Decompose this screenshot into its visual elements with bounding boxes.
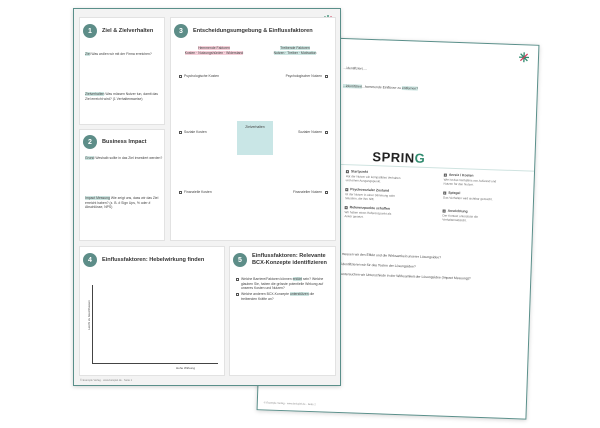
section-decision-environment: 3 Entscheidungsumgebung & Einflussfaktor… (170, 17, 336, 241)
checkbox-icon[interactable] (179, 75, 182, 78)
concept-right-3: Ausrichtung Der Kontext unterstützt die V… (442, 208, 479, 223)
question-2: Wie identifizieren wir für das Testen de… (334, 261, 416, 269)
driving-factors-label: Treibende Faktoren Nutzen · Treiber · Mot… (273, 46, 317, 55)
concept-mid-1: Startpunkt Hat der Nutzer ein kompatibles… (345, 169, 401, 184)
social-costs-label: Soziale Kosten (184, 130, 207, 134)
brand-name: SPRIN (372, 149, 415, 166)
psych-costs-label: Psychologische Kosten (184, 74, 220, 78)
back-section-questions: Wie messen wir den Effekt und die Wirksa… (327, 243, 526, 411)
section-title: Ziel & Zielverhalten (102, 27, 154, 34)
section-number: 1 (83, 24, 97, 38)
question-3: Wie untersuchen wir Unterschiede in der … (334, 271, 471, 281)
target-behavior-question[interactable]: Zielverhalten Was müssen Nutzer tun, dam… (85, 92, 163, 101)
section-business-impact: 2 Business Impact Grund Weshalb sollte i… (79, 129, 165, 241)
checkbox-icon[interactable] (325, 75, 328, 78)
section-title: Business Impact (102, 138, 147, 145)
back-footer: © Example Verlag · www.beispiel.de · Sei… (263, 401, 316, 407)
section-number: 4 (83, 253, 97, 267)
concept-right-2: Spiegel Das Verhalten wird sichtbar gemac… (443, 190, 493, 201)
checkbox-icon[interactable] (236, 278, 239, 281)
impact-question[interactable]: Impact Messung Wie zeigt uns, dass wir d… (85, 196, 163, 210)
section-goal: 1 Ziel & Zielverhalten Ziel Was wollen w… (79, 17, 165, 125)
concept-mid-3: Referenzpunkte schaffen Wir haben einen R… (344, 205, 392, 219)
bcx-question-1: Welche Barriere/Faktoren können erklärt … (241, 277, 324, 291)
social-benefit-label: Sozialer Nutzen (298, 130, 322, 134)
checkbox-icon[interactable] (325, 191, 328, 194)
section-number: 3 (174, 24, 188, 38)
section-title: Einflussfaktoren: Hebelwirkung finden (102, 256, 205, 263)
question-1: Wie messen wir den Effekt und die Wirksa… (334, 251, 442, 260)
concepts-list: Startpunkt Hat der Nutzer ein kompatibles… (324, 166, 526, 231)
inhibiting-factors-label: Hemmende Faktoren Kosten · Nutzungshürden… (184, 46, 244, 55)
checkbox-icon[interactable] (325, 131, 328, 134)
x-axis (92, 363, 218, 364)
back-line2: ...identifiziert...hemmende Einflüsse zu… (342, 83, 419, 91)
target-behavior-box: Zielverhalten (237, 121, 273, 155)
section-title: Entscheidungsumgebung & Einflussfaktoren (193, 27, 313, 34)
financial-benefit-label: Finanzieller Nutzen (292, 190, 322, 194)
back-top-text: ...identifiziert, ... (343, 66, 368, 71)
brand-mark: G (414, 150, 426, 166)
x-axis-label: Hohe Wirkung (176, 366, 196, 370)
psych-benefit-label: Psychologischer Nutzen (285, 74, 322, 78)
checkbox-icon[interactable] (179, 191, 182, 194)
financial-costs-label: Finanzielle Kosten (184, 190, 212, 194)
concept-right-1: Anreiz / Kosten Wie ist das Verhältnis vo… (443, 172, 497, 187)
y-axis (92, 285, 93, 363)
section-bcx-concepts: 5 Einflussfaktoren: Relevante BCX-Konzep… (229, 246, 336, 376)
bcx-question-2: Welche anderen BCX-Konzepte unterstützen… (241, 292, 315, 301)
concept-mid-2: Psychosozialer Zustand Ist der Nutzer in … (344, 187, 396, 202)
section-number: 2 (83, 135, 97, 149)
section-title: Einflussfaktoren: Relevante BCX-Konzepte… (252, 253, 327, 266)
checkbox-icon[interactable] (179, 131, 182, 134)
goal-question[interactable]: Ziel Was wollen wir mit der Firma erreic… (85, 52, 163, 57)
front-footer: © Example Verlag · www.beispiel.de · Sei… (80, 379, 133, 382)
section-number: 5 (233, 253, 247, 267)
section-leverage: 4 Einflussfaktoren: Hebelwirkung finden … (79, 246, 225, 376)
reason-question[interactable]: Grund Weshalb sollte in das Ziel investi… (85, 156, 163, 161)
front-worksheet: 1 Ziel & Zielverhalten Ziel Was wollen w… (73, 8, 341, 386)
checkbox-icon[interactable] (236, 293, 239, 296)
y-axis-label: Leicht zu beeinflussen (86, 300, 91, 330)
